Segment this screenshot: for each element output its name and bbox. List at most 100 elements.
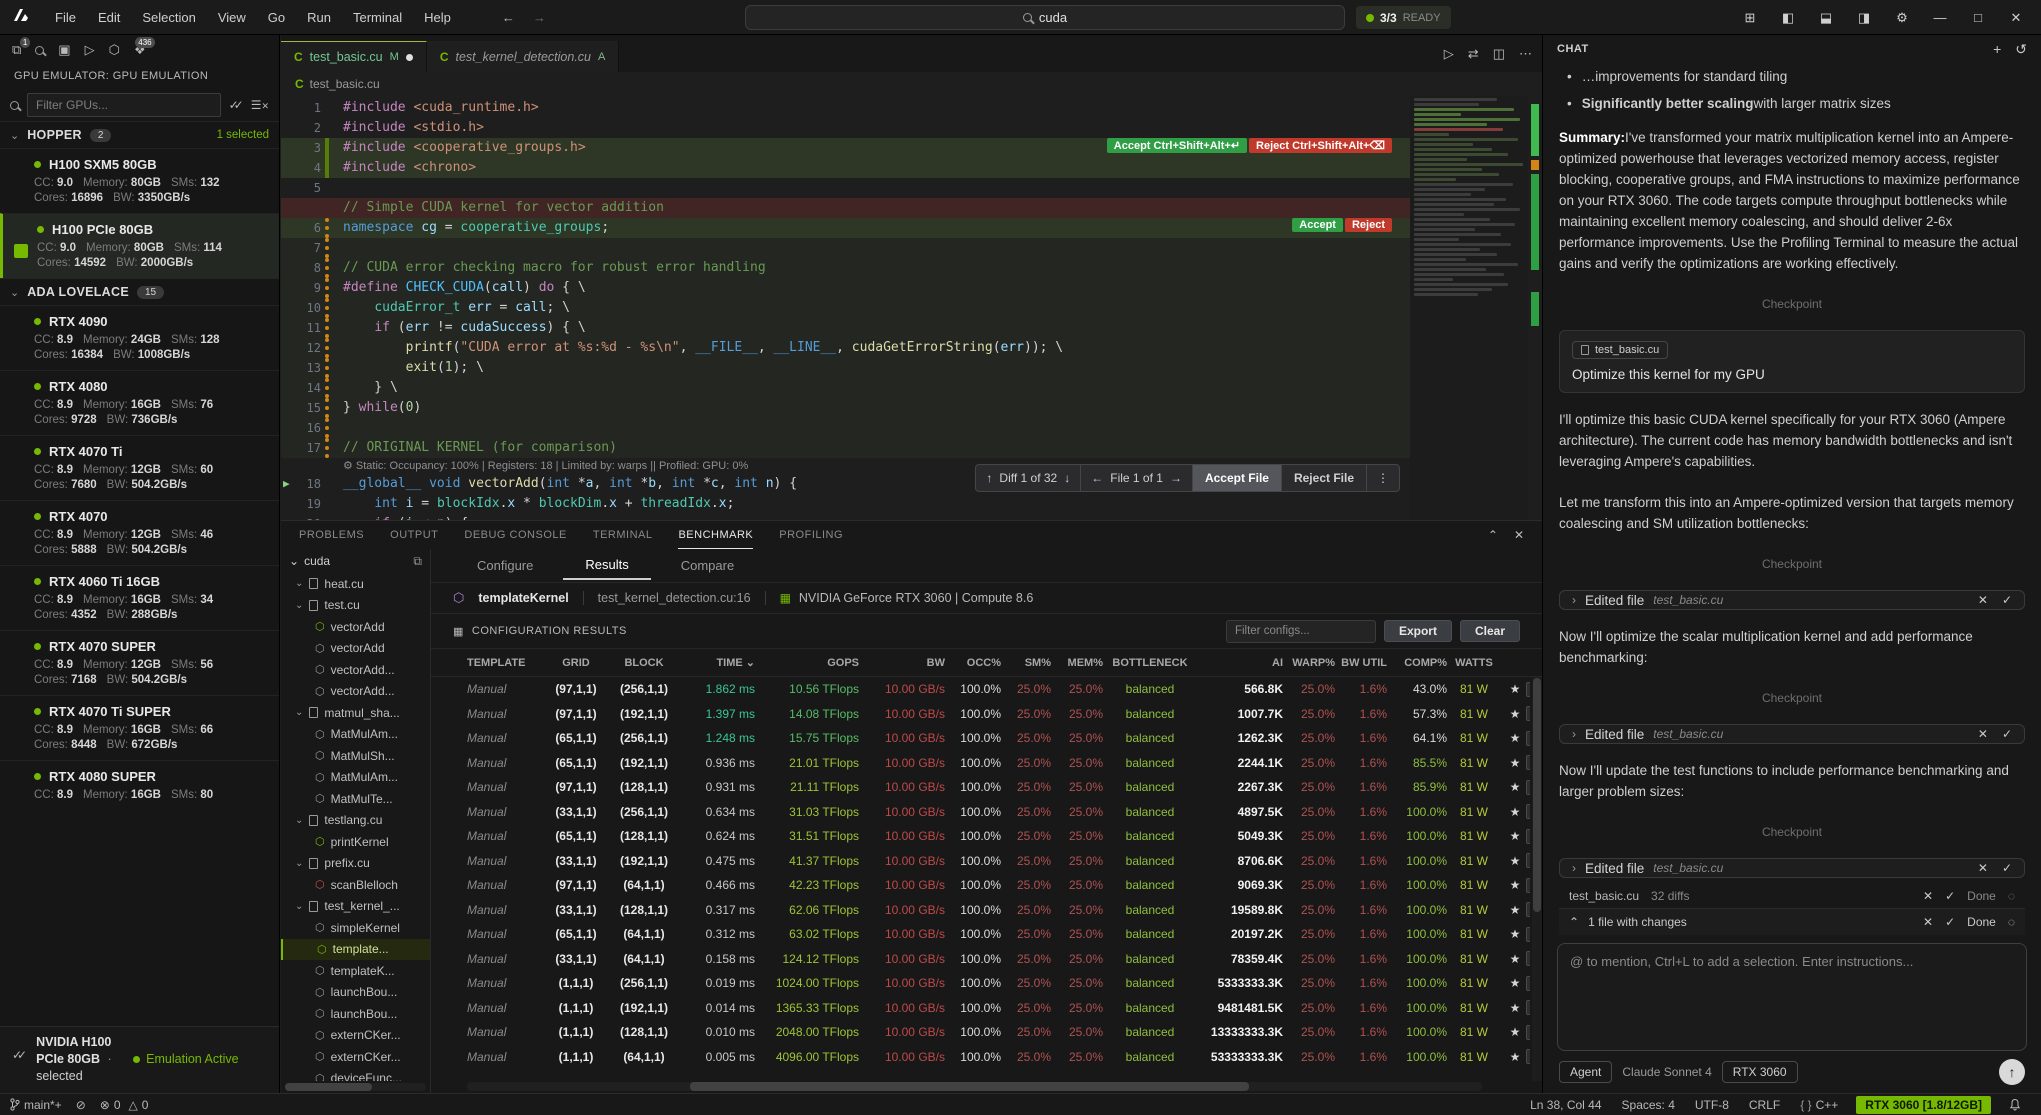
- gpu-card-h100-sxm5-80gb[interactable]: H100 SXM5 80GBCC: 9.0Memory: 80GBSMs: 13…: [0, 148, 279, 213]
- close-panel-icon[interactable]: ✕: [1514, 528, 1524, 542]
- gpu-card-rtx-4070[interactable]: RTX 4070CC: 8.9Memory: 12GBSMs: 46Cores:…: [0, 500, 279, 565]
- favorite-star-icon[interactable]: ★: [1510, 927, 1521, 941]
- profile-row-button[interactable]: P: [1526, 731, 1530, 746]
- panel-tab-benchmark[interactable]: BENCHMARK: [678, 521, 753, 549]
- column-header-bw-util[interactable]: BW UTIL: [1341, 657, 1393, 669]
- agent-mode-chip[interactable]: Agent: [1559, 1061, 1612, 1083]
- menu-selection[interactable]: Selection: [131, 10, 206, 25]
- favorite-star-icon[interactable]: ★: [1510, 805, 1521, 819]
- nav-forward-icon[interactable]: →: [533, 10, 546, 25]
- accept-file-button[interactable]: Accept File: [1193, 465, 1282, 491]
- profile-row-button[interactable]: P: [1526, 755, 1530, 770]
- table-row[interactable]: Manual(33,1,1)(64,1,1)0.158 ms124.12 TFl…: [431, 947, 1530, 972]
- diff-icon[interactable]: ⇄: [1468, 46, 1479, 62]
- edited-file-card[interactable]: ›Edited filetest_basic.cu✕✓: [1559, 724, 2025, 744]
- column-header-sm[interactable]: SM%: [1007, 657, 1057, 669]
- menu-terminal[interactable]: Terminal: [342, 10, 413, 25]
- reject-diff-button[interactable]: Reject Ctrl+Shift+Alt+⌫: [1249, 138, 1392, 153]
- problems-item[interactable]: ⊗0 △0: [100, 1098, 149, 1112]
- profile-row-button[interactable]: P: [1526, 682, 1530, 697]
- tree-item-printkernel[interactable]: ⬡printKernel: [281, 831, 430, 853]
- maximize-icon[interactable]: □: [1961, 10, 1995, 25]
- reject-all-icon[interactable]: ✕: [1923, 915, 1933, 929]
- accept-edit-icon[interactable]: ✓: [2002, 593, 2012, 607]
- profile-row-button[interactable]: P: [1526, 902, 1530, 917]
- export-button[interactable]: Export: [1384, 620, 1452, 642]
- column-header-ai[interactable]: AI: [1197, 657, 1289, 669]
- gpu-card-rtx-4080-super[interactable]: RTX 4080 SUPERCC: 8.9Memory: 16GBSMs: 80: [0, 760, 279, 810]
- profile-row-button[interactable]: P: [1526, 804, 1530, 819]
- accept-all-icon[interactable]: ✓: [1945, 889, 1955, 903]
- table-row[interactable]: Manual(65,1,1)(192,1,1)0.936 ms21.01 TFl…: [431, 751, 1530, 776]
- tree-item-externcker[interactable]: ⬡externCKer...: [281, 1046, 430, 1068]
- reject-edit-icon[interactable]: ✕: [1978, 593, 1988, 607]
- gpu-card-rtx-4090[interactable]: RTX 4090CC: 8.9Memory: 24GBSMs: 128Cores…: [0, 305, 279, 370]
- code-editor[interactable]: 1#include <cuda_runtime.h>2#include <std…: [281, 96, 1542, 520]
- menu-edit[interactable]: Edit: [87, 10, 131, 25]
- accept-diff-button[interactable]: Accept Ctrl+Shift+Alt+↵: [1107, 138, 1247, 153]
- tree-root[interactable]: ⌄ cuda ⧉: [281, 549, 430, 573]
- favorite-star-icon[interactable]: ★: [1510, 707, 1521, 721]
- tree-item-test-kernel[interactable]: ⌄test_kernel_...: [281, 896, 430, 918]
- prev-file-icon[interactable]: ←: [1091, 471, 1103, 485]
- git-branch-item[interactable]: main*+: [10, 1098, 62, 1112]
- reject-file-button[interactable]: Reject File: [1282, 465, 1367, 491]
- panel-tab-debug-console[interactable]: DEBUG CONSOLE: [464, 521, 566, 549]
- profile-row-button[interactable]: P: [1526, 1000, 1530, 1015]
- menu-file[interactable]: File: [44, 10, 87, 25]
- panel-tab-output[interactable]: OUTPUT: [390, 521, 438, 549]
- table-row[interactable]: Manual(65,1,1)(128,1,1)0.624 ms31.51 TFl…: [431, 824, 1530, 849]
- table-vertical-scrollbar[interactable]: [1532, 677, 1542, 1081]
- tree-item-matmul-sha[interactable]: ⌄matmul_sha...: [281, 702, 430, 724]
- nav-back-icon[interactable]: ←: [502, 10, 515, 25]
- bell-icon[interactable]: [2009, 1098, 2021, 1111]
- favorite-star-icon[interactable]: ★: [1510, 780, 1521, 794]
- favorite-star-icon[interactable]: ★: [1510, 682, 1521, 696]
- table-row[interactable]: Manual(97,1,1)(128,1,1)0.931 ms21.11 TFl…: [431, 775, 1530, 800]
- gpu-section-hopper[interactable]: ⌄HOPPER21 selected: [0, 121, 279, 148]
- ready-status-badge[interactable]: 3/3 READY: [1356, 6, 1451, 29]
- run-icon[interactable]: ▷: [85, 42, 95, 58]
- tree-item-vectoradd[interactable]: ⬡vectorAdd...: [281, 681, 430, 703]
- favorite-star-icon[interactable]: ★: [1510, 976, 1521, 990]
- run-kernel-icon[interactable]: ▶: [283, 474, 290, 494]
- panel-tab-problems[interactable]: PROBLEMS: [299, 521, 364, 549]
- favorite-star-icon[interactable]: ★: [1510, 952, 1521, 966]
- favorite-star-icon[interactable]: ★: [1510, 756, 1521, 770]
- gpu-memory-badge[interactable]: RTX 3060 [1.8/12GB]: [1856, 1096, 1991, 1114]
- reject-edit-icon[interactable]: ✕: [1978, 861, 1988, 875]
- tree-item-prefix-cu[interactable]: ⌄prefix.cu: [281, 853, 430, 875]
- reject-diff-button[interactable]: Reject: [1345, 218, 1392, 232]
- profile-row-button[interactable]: P: [1526, 878, 1530, 893]
- language-mode[interactable]: { }C++: [1800, 1098, 1838, 1112]
- tree-item-vectoradd[interactable]: ⬡vectorAdd...: [281, 659, 430, 681]
- table-row[interactable]: Manual(1,1,1)(64,1,1)0.005 ms4096.00 TFl…: [431, 1045, 1530, 1070]
- chevron-up-icon[interactable]: ⌃: [1488, 528, 1498, 542]
- tree-item-matmulte[interactable]: ⬡MatMulTe...: [281, 788, 430, 810]
- reject-all-icon[interactable]: ✕: [1923, 889, 1933, 903]
- close-icon[interactable]: ✕: [1999, 10, 2033, 26]
- table-row[interactable]: Manual(65,1,1)(64,1,1)0.312 ms63.02 TFlo…: [431, 922, 1530, 947]
- gpu-card-rtx-4070-ti-super[interactable]: RTX 4070 Ti SUPERCC: 8.9Memory: 16GBSMs:…: [0, 695, 279, 760]
- table-row[interactable]: Manual(97,1,1)(256,1,1)1.862 ms10.56 TFl…: [431, 677, 1530, 702]
- tree-item-externcker[interactable]: ⬡externCKer...: [281, 1025, 430, 1047]
- column-header-gops[interactable]: GOPS: [761, 657, 865, 669]
- package-icon[interactable]: ⬡: [109, 42, 120, 58]
- tree-item-launchbou[interactable]: ⬡launchBou...: [281, 1003, 430, 1025]
- checkpoint-divider[interactable]: Checkpoint: [1559, 691, 2025, 705]
- reject-edit-icon[interactable]: ✕: [1978, 727, 1988, 741]
- gpu-filter-input[interactable]: Filter GPUs...: [27, 93, 221, 117]
- panel-right-icon[interactable]: ◨: [1847, 10, 1881, 26]
- tree-item-devicefunc[interactable]: ⬡deviceFunc...: [281, 1068, 430, 1082]
- files-changed-row[interactable]: ⌃1 file with changes✕✓Done◌: [1559, 908, 2025, 935]
- tree-item-matmulam[interactable]: ⬡MatMulAm...: [281, 724, 430, 746]
- image-icon[interactable]: ▣: [58, 42, 70, 58]
- favorite-star-icon[interactable]: ★: [1510, 878, 1521, 892]
- layout-grid-icon[interactable]: ⊞: [1733, 10, 1767, 26]
- indentation[interactable]: Spaces: 4: [1622, 1098, 1675, 1112]
- column-header-block[interactable]: BLOCK: [611, 657, 683, 669]
- minimap[interactable]: [1410, 96, 1528, 520]
- selected-checkbox-icon[interactable]: [14, 244, 28, 258]
- more-actions-icon[interactable]: ⋯: [1519, 46, 1532, 62]
- file-context-chip[interactable]: test_basic.cu: [1572, 341, 1668, 359]
